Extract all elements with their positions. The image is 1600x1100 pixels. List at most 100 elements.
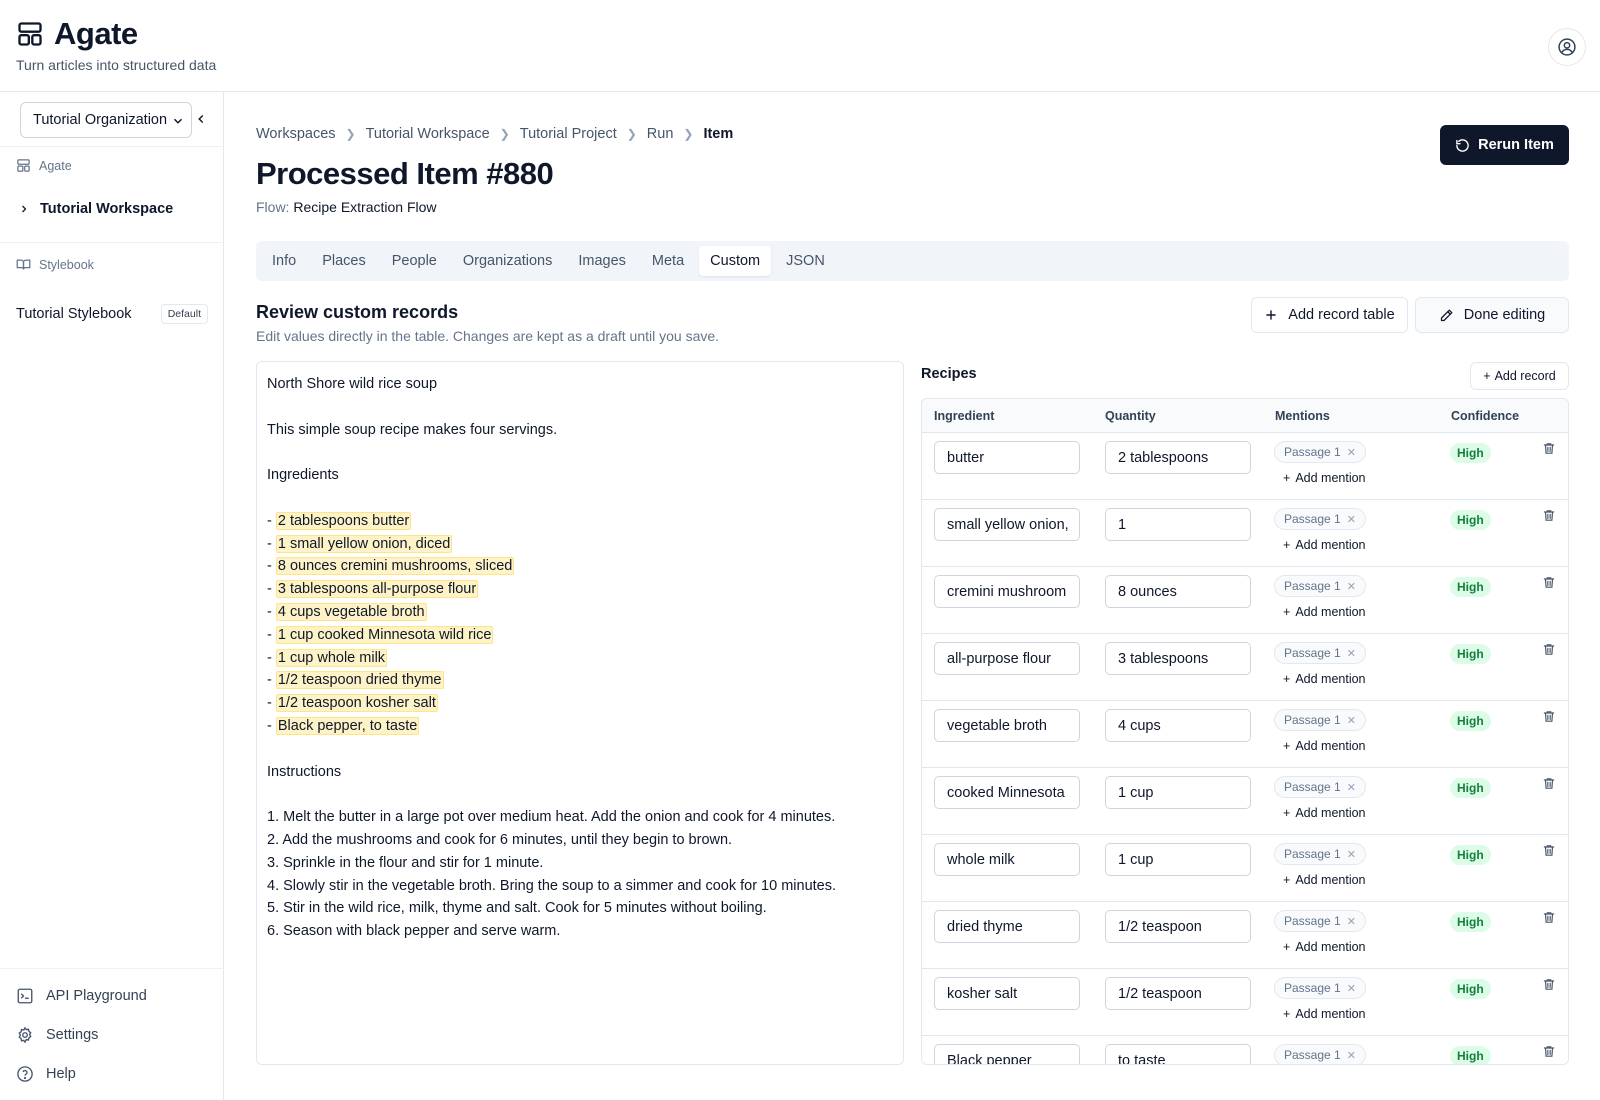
mention-chip[interactable]: Passage 1 ✕ xyxy=(1274,1044,1366,1064)
breadcrumb-link-project[interactable]: Tutorial Project xyxy=(520,126,617,142)
tab-json[interactable]: JSON xyxy=(775,246,836,276)
sidebar-item-api-playground[interactable]: API Playground xyxy=(16,987,147,1005)
mention-chip[interactable]: Passage 1 ✕ xyxy=(1274,843,1366,865)
sidebar-item-help[interactable]: Help xyxy=(16,1065,76,1083)
add-mention-button[interactable]: + Add mention xyxy=(1283,471,1366,485)
user-menu-button[interactable] xyxy=(1548,28,1586,66)
highlighted-mention[interactable]: 2 tablespoons butter xyxy=(275,511,412,530)
highlighted-mention[interactable]: 3 tablespoons all-purpose flour xyxy=(275,580,479,599)
quantity-input[interactable]: 1/2 teaspoon xyxy=(1105,910,1251,943)
mention-chip[interactable]: Passage 1 ✕ xyxy=(1274,776,1366,798)
mention-chip[interactable]: Passage 1 ✕ xyxy=(1274,642,1366,664)
quantity-input[interactable]: 1 cup xyxy=(1105,776,1251,809)
trash-icon[interactable] xyxy=(1542,843,1556,863)
trash-icon[interactable] xyxy=(1542,776,1556,796)
trash-icon[interactable] xyxy=(1542,910,1556,930)
trash-icon[interactable] xyxy=(1542,709,1556,729)
ingredient-input[interactable]: cooked Minnesota xyxy=(934,776,1080,809)
remove-mention-icon[interactable]: ✕ xyxy=(1347,982,1356,995)
highlighted-mention[interactable]: 1/2 teaspoon dried thyme xyxy=(275,671,444,690)
tab-places[interactable]: Places xyxy=(311,246,377,276)
highlighted-mention[interactable]: 4 cups vegetable broth xyxy=(275,602,427,621)
remove-mention-icon[interactable]: ✕ xyxy=(1347,647,1356,660)
table-row: vegetable broth 4 cups Passage 1 ✕ + Add ment… xyxy=(922,701,1568,768)
ingredient-input[interactable]: cremini mushroom xyxy=(934,575,1080,608)
add-mention-button[interactable]: + Add mention xyxy=(1283,873,1366,887)
mention-chip[interactable]: Passage 1 ✕ xyxy=(1274,910,1366,932)
mention-chip[interactable]: Passage 1 ✕ xyxy=(1274,977,1366,999)
ingredient-input[interactable]: Black pepper xyxy=(934,1044,1080,1064)
tab-people[interactable]: People xyxy=(381,246,448,276)
sidebar-item-settings[interactable]: Settings xyxy=(16,1026,98,1044)
add-mention-button[interactable]: + Add mention xyxy=(1283,806,1366,820)
layout-icon xyxy=(17,159,30,172)
trash-icon[interactable] xyxy=(1542,642,1556,662)
tab-organizations[interactable]: Organizations xyxy=(452,246,563,276)
add-mention-button[interactable]: + Add mention xyxy=(1283,672,1366,686)
ingredient-input[interactable]: all-purpose flour xyxy=(934,642,1080,675)
quantity-input[interactable]: 1/2 teaspoon xyxy=(1105,977,1251,1010)
ingredient-input[interactable]: kosher salt xyxy=(934,977,1080,1010)
tab-custom[interactable]: Custom xyxy=(699,246,772,276)
trash-icon[interactable] xyxy=(1542,508,1556,528)
tab-meta[interactable]: Meta xyxy=(641,246,695,276)
organization-select[interactable]: Tutorial Organization xyxy=(20,102,192,138)
highlighted-mention[interactable]: 8 ounces cremini mushrooms, sliced xyxy=(275,557,515,576)
remove-mention-icon[interactable]: ✕ xyxy=(1347,513,1356,526)
ingredient-input[interactable]: small yellow onion, xyxy=(934,508,1080,541)
remove-mention-icon[interactable]: ✕ xyxy=(1347,580,1356,593)
instruction-line: 1. Melt the butter in a large pot over m… xyxy=(267,809,836,826)
add-mention-button[interactable]: + Add mention xyxy=(1283,538,1366,552)
add-mention-button[interactable]: + Add mention xyxy=(1283,739,1366,753)
mention-chip[interactable]: Passage 1 ✕ xyxy=(1274,508,1366,530)
remove-mention-icon[interactable]: ✕ xyxy=(1347,915,1356,928)
done-editing-button[interactable]: Done editing xyxy=(1415,297,1569,333)
quantity-input[interactable]: 8 ounces xyxy=(1105,575,1251,608)
remove-mention-icon[interactable]: ✕ xyxy=(1347,446,1356,459)
add-mention-button[interactable]: + Add mention xyxy=(1283,1007,1366,1021)
sidebar-item-tutorial-workspace[interactable]: Tutorial Workspace xyxy=(18,201,173,217)
trash-icon[interactable] xyxy=(1542,1044,1556,1064)
highlighted-mention[interactable]: 1 cup cooked Minnesota wild rice xyxy=(275,625,494,644)
breadcrumb-link-workspace[interactable]: Tutorial Workspace xyxy=(366,126,490,142)
column-header-mentions: Mentions xyxy=(1275,409,1330,423)
add-mention-button[interactable]: + Add mention xyxy=(1283,940,1366,954)
ingredient-input[interactable]: vegetable broth xyxy=(934,709,1080,742)
mention-chip[interactable]: Passage 1 ✕ xyxy=(1274,441,1366,463)
ingredient-input[interactable]: dried thyme xyxy=(934,910,1080,943)
highlighted-mention[interactable]: 1 small yellow onion, diced xyxy=(275,534,453,553)
remove-mention-icon[interactable]: ✕ xyxy=(1347,848,1356,861)
remove-mention-icon[interactable]: ✕ xyxy=(1347,781,1356,794)
rerun-item-button[interactable]: Rerun Item xyxy=(1440,125,1569,165)
ingredient-input[interactable]: butter xyxy=(934,441,1080,474)
quantity-input[interactable]: to taste xyxy=(1105,1044,1251,1064)
table-row: Black pepperto tastePassage 1✕+Add menti… xyxy=(922,1036,1568,1064)
breadcrumb-link-workspaces[interactable]: Workspaces xyxy=(256,126,336,142)
add-record-button[interactable]: + Add record xyxy=(1470,362,1569,390)
quantity-input[interactable]: 4 cups xyxy=(1105,709,1251,742)
quantity-input[interactable]: 1 xyxy=(1105,508,1251,541)
quantity-input[interactable]: 2 tablespoons xyxy=(1105,441,1251,474)
trash-icon[interactable] xyxy=(1542,441,1556,461)
highlighted-mention[interactable]: 1 cup whole milk xyxy=(275,648,388,667)
remove-mention-icon[interactable]: ✕ xyxy=(1347,714,1356,727)
remove-mention-icon[interactable]: ✕ xyxy=(1347,1049,1356,1062)
sidebar-item-tutorial-stylebook[interactable]: Tutorial Stylebook Default xyxy=(16,304,208,324)
mention-chip[interactable]: Passage 1 ✕ xyxy=(1274,575,1366,597)
ingredient-input[interactable]: whole milk xyxy=(934,843,1080,876)
add-record-table-button[interactable]: Add record table xyxy=(1251,297,1408,333)
highlighted-mention[interactable]: 1/2 teaspoon kosher salt xyxy=(275,694,438,713)
trash-icon[interactable] xyxy=(1542,977,1556,997)
trash-icon[interactable] xyxy=(1542,575,1556,595)
add-mention-button[interactable]: + Add mention xyxy=(1283,605,1366,619)
collapse-sidebar-icon[interactable] xyxy=(194,112,208,126)
tab-images[interactable]: Images xyxy=(567,246,637,276)
breadcrumb-link-run[interactable]: Run xyxy=(647,126,674,142)
quantity-input[interactable]: 1 cup xyxy=(1105,843,1251,876)
quantity-input[interactable]: 3 tablespoons xyxy=(1105,642,1251,675)
sidebar-divider xyxy=(0,242,224,243)
highlighted-mention[interactable]: Black pepper, to taste xyxy=(275,716,420,735)
brand[interactable]: Agate xyxy=(16,16,138,52)
tab-info[interactable]: Info xyxy=(261,246,307,276)
mention-chip[interactable]: Passage 1 ✕ xyxy=(1274,709,1366,731)
